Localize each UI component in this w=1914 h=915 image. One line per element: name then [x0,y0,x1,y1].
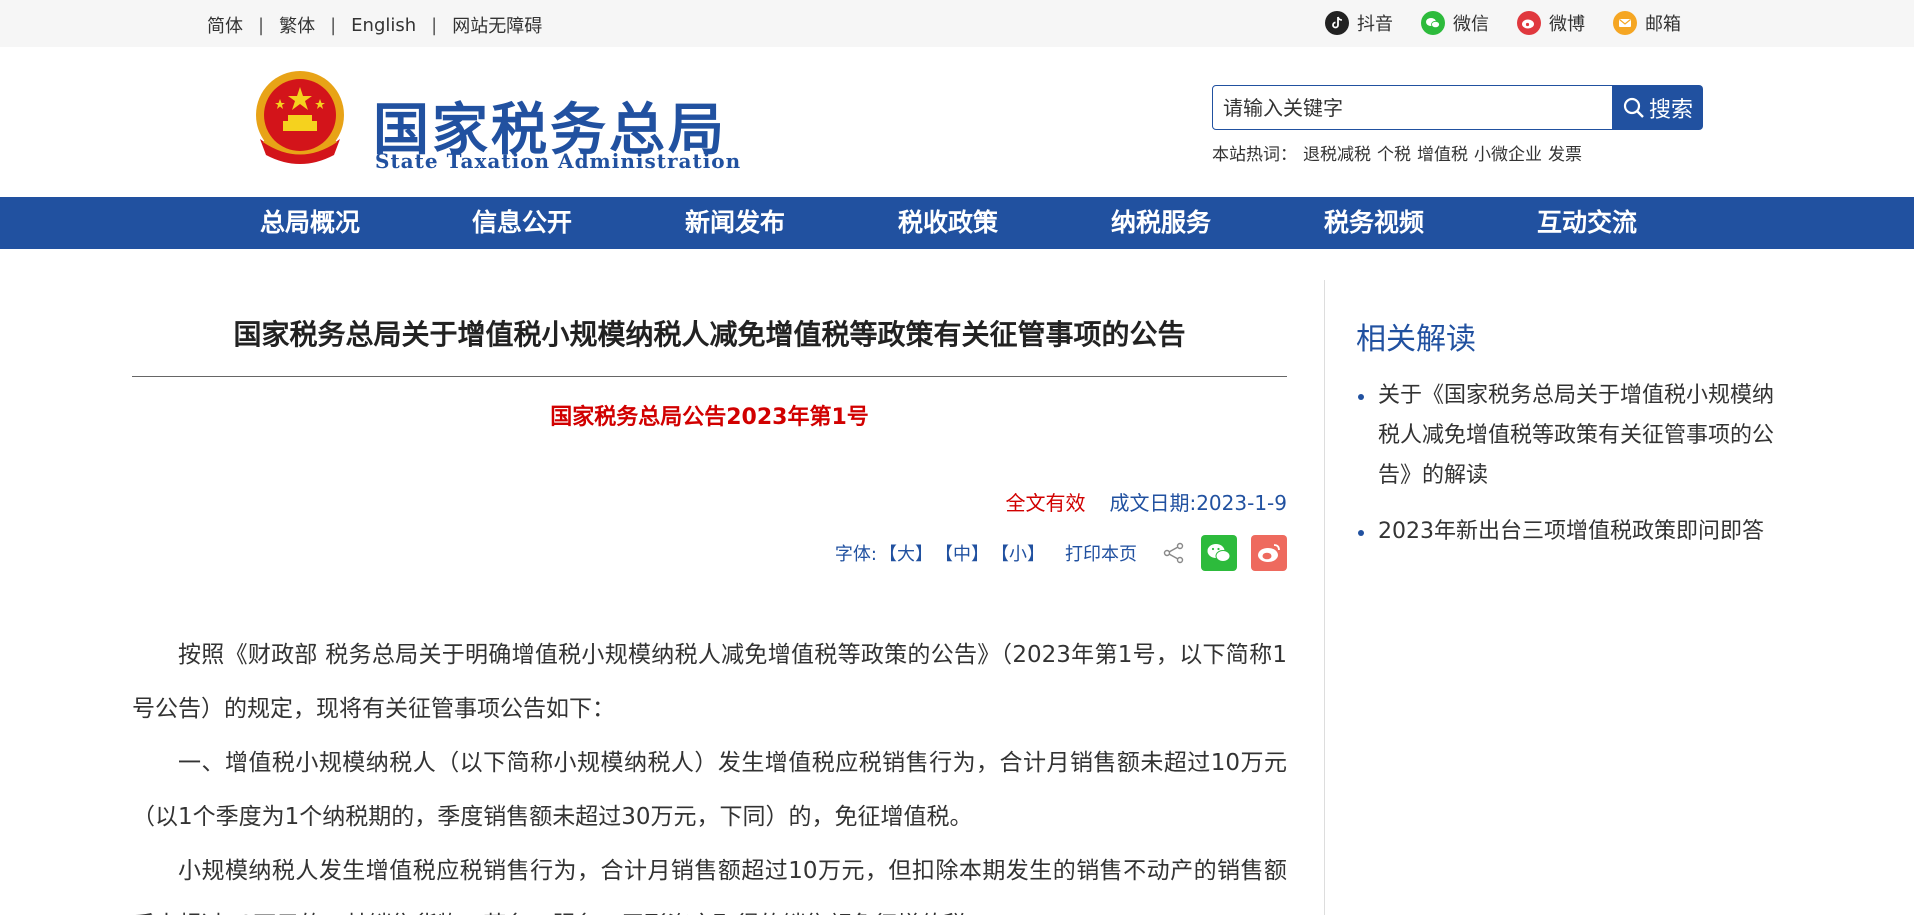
hot-word[interactable]: 发票 [1548,140,1582,165]
brand-english: State Taxation Administration [375,149,742,173]
lang-english[interactable]: English [351,15,416,36]
lang-simplified[interactable]: 简体 [207,12,243,38]
title-divider [132,376,1287,377]
weibo-link[interactable]: 微博 [1517,10,1585,36]
language-switcher: 简体 | 繁体 | English | 网站无障碍 [207,12,542,38]
article-meta: 全文有效 成文日期:2023-1-9 [1005,487,1287,516]
national-emblem-icon[interactable] [250,69,350,173]
douyin-icon [1325,11,1349,35]
related-title: 相关解读 [1356,322,1476,357]
related-list: 关于《国家税务总局关于增值税小规模纳税人减免增值税等政策有关征管事项的公告》的解… [1356,376,1786,568]
article-paragraph: 小规模纳税人发生增值税应税销售行为，合计月销售额超过10万元，但扣除本期发生的销… [132,858,1287,915]
article-title: 国家税务总局关于增值税小规模纳税人减免增值税等政策有关征管事项的公告 [233,318,1186,351]
share-weibo-icon[interactable] [1251,535,1287,571]
search-input[interactable] [1212,85,1613,130]
mail-label: 邮箱 [1645,14,1681,35]
hot-word[interactable]: 小微企业 [1474,140,1542,165]
wechat-link[interactable]: 微信 [1421,10,1489,36]
nav-item-tax-video[interactable]: 税务视频 [1324,197,1424,249]
validity-status: 全文有效 [1005,491,1086,515]
separator: | [258,14,265,36]
search-icon [1623,97,1644,118]
accessibility-link[interactable]: 网站无障碍 [452,12,542,38]
article-paragraph: 按照《财政部 税务总局关于明确增值税小规模纳税人减免增值税等政策的公告》（202… [132,642,1287,722]
share-icon[interactable] [1163,542,1185,564]
main-nav: 总局概况 信息公开 新闻发布 税收政策 纳税服务 税务视频 互动交流 [0,197,1914,249]
share-wechat-icon[interactable] [1201,535,1237,571]
lang-traditional[interactable]: 繁体 [279,12,315,38]
hot-word[interactable]: 增值税 [1417,140,1468,165]
document-number: 国家税务总局公告2023年第1号 [550,405,869,430]
top-bar: 简体 | 繁体 | English | 网站无障碍 抖音 微信 微博 邮箱 [0,0,1914,47]
print-button[interactable]: 打印本页 [1065,540,1137,566]
nav-item-tax-policy[interactable]: 税收政策 [898,197,998,249]
search-box: 搜索 [1212,85,1703,130]
nav-item-taxpayer-service[interactable]: 纳税服务 [1111,197,1211,249]
nav-item-info-disclosure[interactable]: 信息公开 [472,197,572,249]
weibo-icon [1517,11,1541,35]
wechat-label: 微信 [1453,14,1489,35]
article-body: 按照《财政部 税务总局关于明确增值税小规模纳税人减免增值税等政策的公告》（202… [132,628,1287,915]
related-item[interactable]: 2023年新出台三项增值税政策即问即答 [1356,512,1786,552]
issue-date: 成文日期:2023-1-9 [1109,491,1287,515]
hot-words-label: 本站热词： [1212,145,1297,165]
hot-words: 本站热词： 退税减税 个税 增值税 小微企业 发票 [1212,140,1582,165]
font-small-button[interactable]: 【小】 [991,540,1045,566]
douyin-label: 抖音 [1357,14,1393,35]
search-button-label: 搜索 [1648,97,1693,123]
nav-item-interaction[interactable]: 互动交流 [1537,197,1637,249]
weibo-label: 微博 [1549,14,1585,35]
hot-word[interactable]: 退税减税 [1303,140,1371,165]
douyin-link[interactable]: 抖音 [1325,10,1393,36]
wechat-icon [1421,11,1445,35]
site-header: 国家税务总局 State Taxation Administration 搜索 … [0,47,1914,197]
search-button[interactable]: 搜索 [1613,85,1703,130]
article-paragraph: 一、增值税小规模纳税人（以下简称小规模纳税人）发生增值税应税销售行为，合计月销售… [132,750,1287,830]
nav-item-news[interactable]: 新闻发布 [685,197,785,249]
article-tools: 字体: 【大】 【中】 【小】 打印本页 [835,535,1287,571]
separator: | [431,14,438,36]
social-links: 抖音 微信 微博 邮箱 [1325,10,1681,36]
font-large-button[interactable]: 【大】 [879,540,933,566]
separator: | [330,14,337,36]
font-medium-button[interactable]: 【中】 [935,540,989,566]
article: 国家税务总局关于增值税小规模纳税人减免增值税等政策有关征管事项的公告 国家税务总… [132,280,1287,915]
hot-word[interactable]: 个税 [1377,140,1411,165]
mail-icon [1613,11,1637,35]
column-divider [1324,280,1325,915]
mail-link[interactable]: 邮箱 [1613,10,1681,36]
nav-item-overview[interactable]: 总局概况 [260,197,360,249]
related-item[interactable]: 关于《国家税务总局关于增值税小规模纳税人减免增值税等政策有关征管事项的公告》的解… [1356,376,1786,496]
font-size-label: 字体: [834,544,877,565]
